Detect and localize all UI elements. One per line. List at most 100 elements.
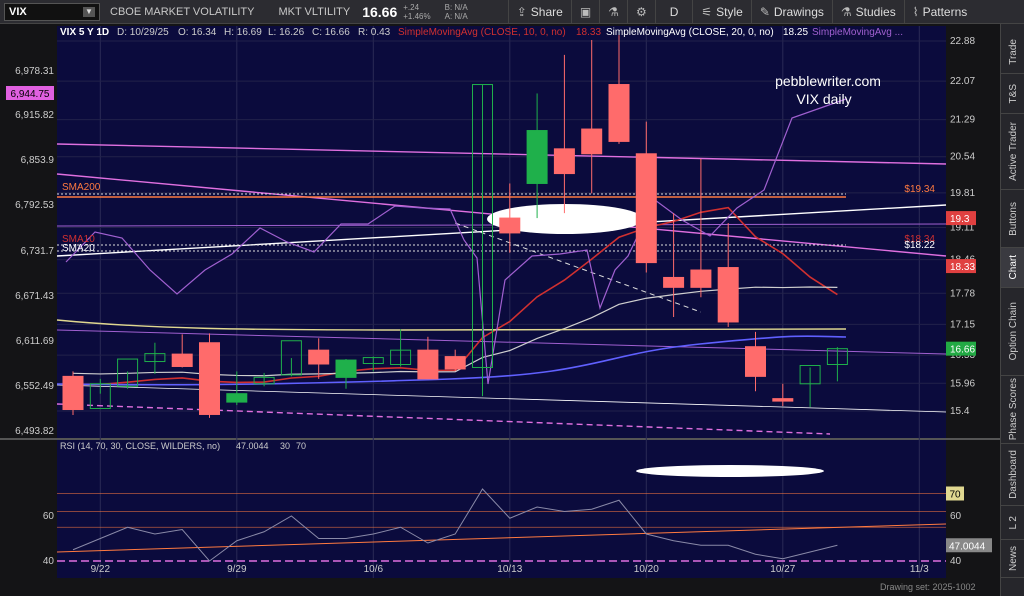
more-studies-label[interactable]: SimpleMovingAvg ... — [812, 27, 903, 38]
share-button[interactable]: ⇪ Share — [507, 0, 571, 24]
save-icon: ▣ — [579, 4, 592, 19]
candle-body — [608, 84, 630, 142]
style-button[interactable]: ⚟ Style — [692, 0, 750, 24]
price-badge-text: 19.3 — [950, 214, 970, 225]
sidebar-tab-t-s[interactable]: T&S — [1001, 74, 1024, 114]
sidebar-tab-active-trader[interactable]: Active Trader — [1001, 114, 1024, 190]
candle-body — [717, 267, 739, 323]
change-value: +.24 — [403, 2, 420, 12]
x-tick-label: 10/20 — [634, 564, 659, 575]
y-right-tick-label: 17.78 — [950, 288, 975, 299]
sidebar-tab-trade[interactable]: Trade — [1001, 30, 1024, 74]
y-left-tick-label: 6,792.53 — [15, 200, 54, 211]
sma20-study-label[interactable]: SimpleMovingAvg (CLOSE, 20, 0, no) — [606, 27, 774, 38]
y-right-tick-label: 20.54 — [950, 152, 975, 163]
y-left-tick-label: 6,853.9 — [21, 155, 55, 166]
annotation-site: pebblewriter.com — [775, 73, 881, 89]
x-tick-label: 9/29 — [227, 564, 247, 575]
settings-button[interactable]: ⚙ — [626, 0, 655, 24]
sidebar-tab-label: L 2 — [1007, 515, 1019, 530]
sidebar-tab-label: T&S — [1007, 83, 1019, 104]
candle-body — [745, 346, 766, 377]
y-left-tick-label: 6,493.82 — [15, 426, 54, 437]
chevron-down-icon[interactable]: ▼ — [83, 6, 95, 17]
price-change: +.24 +1.46% — [403, 3, 430, 21]
sidebar-tab-option-chain[interactable]: Option Chain — [1001, 288, 1024, 376]
bid-value: B: N/A — [444, 2, 468, 12]
studies-button[interactable]: ⚗ Studies — [831, 0, 904, 24]
sidebar-tab-label: News — [1007, 545, 1019, 571]
pencil-icon: ✎ — [759, 4, 770, 19]
drawings-label: Drawings — [773, 4, 824, 19]
beaker-icon: ⚗ — [840, 4, 852, 19]
price-badge-text: 18.33 — [950, 262, 975, 273]
spx-price-badge-text: 6,944.75 — [11, 89, 50, 100]
candle-body — [335, 359, 357, 378]
y-right-tick-label: 17.15 — [950, 319, 975, 330]
sidebar-tab-label: Option Chain — [1007, 302, 1019, 361]
price-badge-text: 16.66 — [950, 345, 975, 356]
annotation-vix-daily: VIX daily — [796, 91, 851, 107]
drawings-button[interactable]: ✎ Drawings — [750, 0, 832, 24]
x-tick-label: 9/22 — [91, 564, 111, 575]
sidebar-tab-phase-scores[interactable]: Phase Scores — [1001, 376, 1024, 444]
header-open: O: 16.34 — [178, 27, 217, 38]
y-right-tick-label: 15.4 — [950, 406, 970, 417]
header-close: C: 16.66 — [312, 27, 350, 38]
sidebar-tab-news[interactable]: News — [1001, 540, 1024, 578]
sma20-right-label: $18.22 — [904, 240, 935, 251]
y-right-tick-label: 19.81 — [950, 188, 975, 199]
rsi-right-tick-label: 60 — [950, 511, 962, 522]
x-tick-label: 10/27 — [770, 564, 795, 575]
period-button[interactable]: D — [654, 0, 693, 24]
candle-body — [199, 342, 220, 415]
y-right-tick-label: 22.88 — [950, 36, 975, 47]
sma10-study-value: 18.33 — [576, 27, 601, 38]
sidebar-tab-buttons[interactable]: Buttons — [1001, 190, 1024, 248]
rsi-left-tick-label: 40 — [43, 556, 55, 567]
chart-canvas[interactable]: 9/22 9/29 10/6 10/13 10/20 10/27 11/3 15.4 15.96… — [0, 24, 1000, 596]
bid-ask: B: N/A A: N/A — [445, 3, 468, 21]
rsi-ob-badge-text: 70 — [949, 490, 961, 501]
candle-body — [663, 276, 685, 288]
sidebar-tab-l-2[interactable]: L 2 — [1001, 506, 1024, 540]
patterns-button[interactable]: ⌇ Patterns — [903, 0, 976, 24]
rsi-left-tick-label: 60 — [43, 511, 55, 522]
right-sidebar: Trade T&S Active Trader Buttons Chart Option … — [1000, 24, 1024, 596]
toolbar: VIX ▼ CBOE MARKET VOLATILITY MKT VLTILIT… — [0, 0, 1024, 24]
sma200-left-label: SMA200 — [62, 182, 101, 193]
header-low: L: 16.26 — [268, 27, 305, 38]
header-date: D: 10/29/25 — [117, 27, 169, 38]
drawing-set-footer: Drawing set: 2025-1002 — [880, 582, 976, 592]
candle-body — [444, 356, 466, 370]
y-left-tick-label: 6,978.31 — [15, 66, 54, 77]
sidebar-tab-dashboard[interactable]: Dashboard — [1001, 444, 1024, 506]
candle-body — [226, 393, 248, 403]
y-left-tick-label: 6,915.82 — [15, 110, 54, 121]
style-icon: ⚟ — [701, 4, 713, 19]
sma10-study-label[interactable]: SimpleMovingAvg (CLOSE, 10, 0, no) — [398, 27, 566, 38]
header-range: R: 0.43 — [358, 27, 391, 38]
header-high: H: 16.69 — [224, 27, 262, 38]
candle-body — [772, 398, 794, 402]
sma200-right-label: $19.34 — [904, 184, 935, 195]
candle-body — [690, 269, 712, 288]
candle-body — [553, 148, 575, 175]
rsi-right-tick-label: 40 — [950, 556, 962, 567]
sidebar-tab-chart[interactable]: Chart — [1001, 248, 1024, 288]
flask-button[interactable]: ⚗ — [599, 0, 627, 24]
share-label: Share — [530, 4, 563, 19]
rsi-study-value: 47.0044 — [236, 441, 269, 451]
rsi-study-label[interactable]: RSI (14, 70, 30, CLOSE, WILDERS, no) — [60, 441, 220, 451]
y-right-tick-label: 21.29 — [950, 115, 975, 126]
candle-body — [308, 349, 330, 365]
candle-body — [417, 349, 439, 380]
flask-icon: ⚗ — [608, 4, 619, 19]
save-button[interactable]: ▣ — [570, 0, 599, 24]
change-percent: +1.46% — [403, 11, 431, 21]
symbol-selector[interactable]: VIX ▼ — [4, 2, 100, 21]
candle-body — [526, 130, 548, 184]
sidebar-tab-label: Buttons — [1007, 201, 1019, 236]
patterns-label: Patterns — [922, 4, 968, 19]
style-label: Style — [716, 4, 743, 19]
